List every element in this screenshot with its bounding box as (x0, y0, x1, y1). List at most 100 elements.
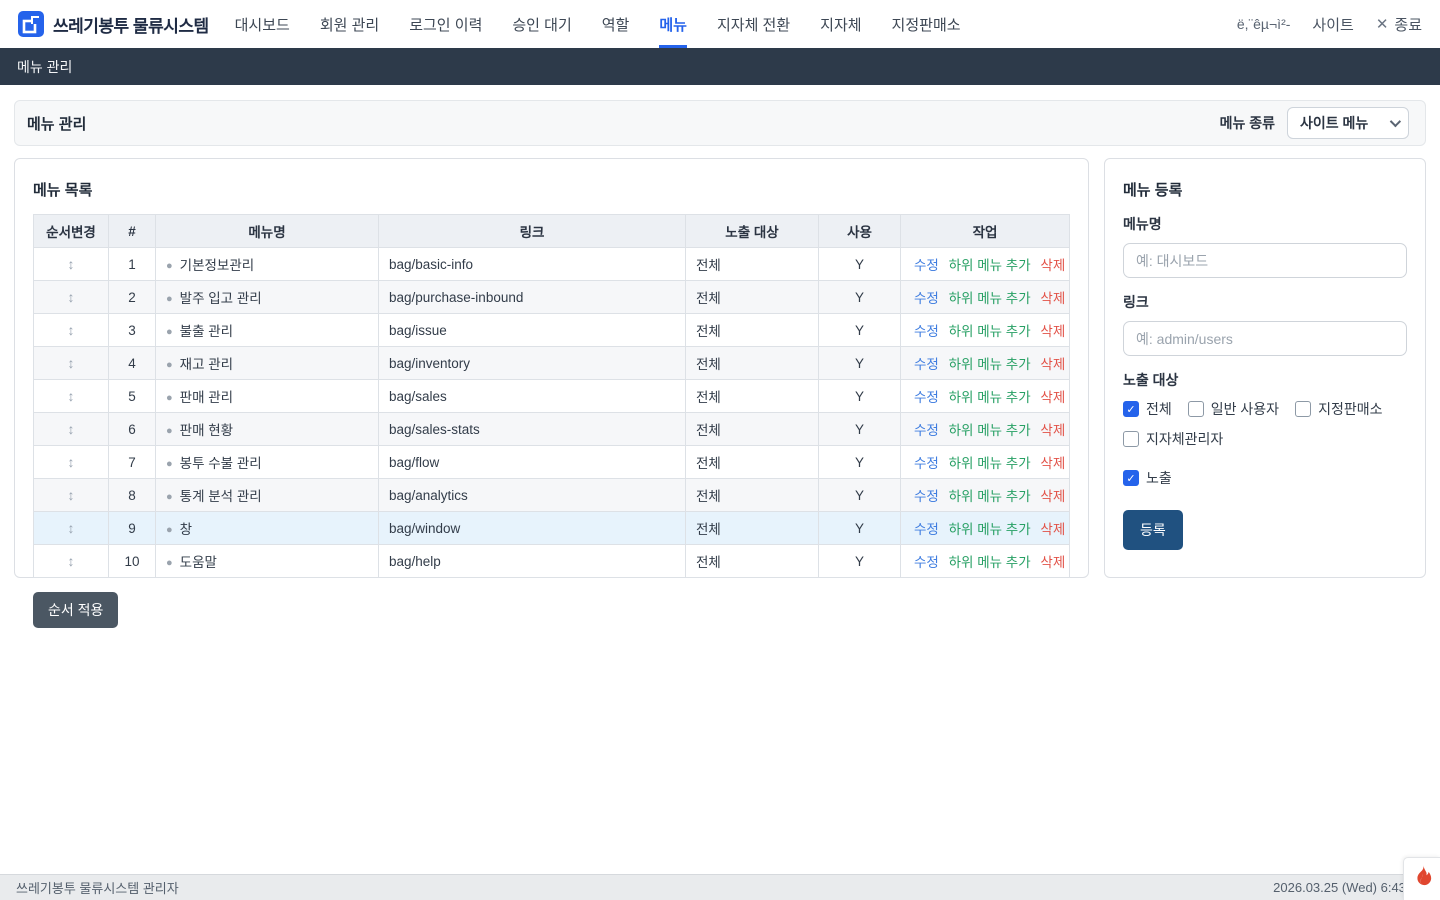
delete-link[interactable]: 삭제 (1040, 555, 1065, 570)
table-row: ↕ 10 ●도움말 bag/help 전체 Y 수정 하위 메뉴 추가 삭제 (34, 545, 1070, 578)
apply-order-button[interactable]: 순서 적용 (33, 592, 118, 628)
menu-use: Y (819, 413, 901, 446)
drag-handle-icon[interactable]: ↕ (68, 322, 75, 338)
edit-link[interactable]: 수정 (914, 258, 939, 273)
add-submenu-link[interactable]: 하위 메뉴 추가 (949, 390, 1031, 405)
table-row: ↕ 6 ●판매 현황 bag/sales-stats 전체 Y 수정 하위 메뉴… (34, 413, 1070, 446)
menu-name: 발주 입고 관리 (180, 291, 262, 306)
add-submenu-link[interactable]: 하위 메뉴 추가 (949, 423, 1031, 438)
debug-toolbar-toggle[interactable] (1403, 857, 1440, 900)
checkbox-icon (1123, 431, 1139, 447)
delete-link[interactable]: 삭제 (1040, 291, 1065, 306)
edit-link[interactable]: 수정 (914, 423, 939, 438)
target-checkbox[interactable]: 지정판매소 (1295, 399, 1382, 419)
delete-link[interactable]: 삭제 (1040, 324, 1065, 339)
site-link[interactable]: 사이트 (1312, 14, 1353, 35)
flame-icon (1411, 864, 1433, 890)
add-submenu-link[interactable]: 하위 메뉴 추가 (949, 324, 1031, 339)
menu-name: 창 (180, 522, 192, 537)
menu-name-cell: ●기본정보관리 (156, 248, 379, 281)
menu-name: 재고 관리 (180, 357, 233, 372)
drag-handle-icon[interactable]: ↕ (68, 487, 75, 503)
bullet-icon: ● (166, 458, 173, 470)
edit-link[interactable]: 수정 (914, 357, 939, 372)
row-actions: 수정 하위 메뉴 추가 삭제 (901, 281, 1070, 314)
delete-link[interactable]: 삭제 (1040, 423, 1065, 438)
menu-type-control: 메뉴 종류 사이트 메뉴 (1220, 107, 1409, 139)
delete-link[interactable]: 삭제 (1040, 522, 1065, 537)
chevron-down-icon (1390, 116, 1401, 127)
menu-link-label: 링크 (1123, 292, 1407, 312)
delete-link[interactable]: 삭제 (1040, 390, 1065, 405)
navbar-right: ë,¨êµ¬ì²- 사이트 ✕ 종료 (1237, 14, 1422, 35)
menu-name-input[interactable] (1123, 243, 1407, 278)
nav-item[interactable]: 메뉴 (659, 0, 687, 48)
table-row: ↕ 9 ●창 bag/window 전체 Y 수정 하위 메뉴 추가 삭제 (34, 512, 1070, 545)
bullet-icon: ● (166, 359, 173, 371)
nav-item[interactable]: 지정판매소 (892, 0, 961, 48)
nav-item[interactable]: 역할 (602, 0, 630, 48)
main-nav: 대시보드 회원 관리 로그인 이력 승인 대기 역할 메뉴 지자체 전환 지자체… (235, 0, 961, 48)
nav-item[interactable]: 대시보드 (235, 0, 290, 48)
row-number: 2 (109, 281, 156, 314)
nav-item[interactable]: 회원 관리 (320, 0, 379, 48)
logout-button[interactable]: ✕ 종료 (1376, 14, 1422, 35)
add-submenu-link[interactable]: 하위 메뉴 추가 (949, 522, 1031, 537)
add-submenu-link[interactable]: 하위 메뉴 추가 (949, 456, 1031, 471)
menu-link: bag/issue (379, 314, 686, 347)
bullet-icon: ● (166, 326, 173, 338)
target-checkbox[interactable]: 일반 사용자 (1188, 399, 1279, 419)
menu-use: Y (819, 347, 901, 380)
register-button[interactable]: 등록 (1123, 510, 1183, 550)
add-submenu-link[interactable]: 하위 메뉴 추가 (949, 555, 1031, 570)
menu-name: 판매 현황 (180, 423, 233, 438)
delete-link[interactable]: 삭제 (1040, 456, 1065, 471)
drag-handle-icon[interactable]: ↕ (68, 520, 75, 536)
menu-link-input[interactable] (1123, 321, 1407, 356)
row-actions: 수정 하위 메뉴 추가 삭제 (901, 248, 1070, 281)
row-actions: 수정 하위 메뉴 추가 삭제 (901, 512, 1070, 545)
target-checkbox[interactable]: 지자체관리자 (1123, 429, 1223, 449)
delete-link[interactable]: 삭제 (1040, 258, 1065, 273)
menu-list-card: 메뉴 목록 순서변경 # 메뉴명 링크 노출 대상 사용 작업 (14, 158, 1089, 578)
delete-link[interactable]: 삭제 (1040, 357, 1065, 372)
page-title: 메뉴 관리 (27, 113, 86, 134)
drag-handle-icon[interactable]: ↕ (68, 388, 75, 404)
menu-type-select[interactable]: 사이트 메뉴 (1287, 107, 1409, 139)
target-checkbox[interactable]: ✓ 전체 (1123, 399, 1172, 419)
add-submenu-link[interactable]: 하위 메뉴 추가 (949, 357, 1031, 372)
edit-link[interactable]: 수정 (914, 390, 939, 405)
nav-item[interactable]: 지자체 (820, 0, 861, 48)
nav-item[interactable]: 승인 대기 (512, 0, 571, 48)
add-submenu-link[interactable]: 하위 메뉴 추가 (949, 258, 1031, 273)
target-checkboxes: ✓ 전체 일반 사용자 지정판매소 지자 (1123, 399, 1407, 449)
menu-link: bag/analytics (379, 479, 686, 512)
visible-checkbox[interactable]: ✓ 노출 (1123, 468, 1407, 488)
drag-handle-icon[interactable]: ↕ (68, 421, 75, 437)
drag-handle-icon[interactable]: ↕ (68, 256, 75, 272)
edit-link[interactable]: 수정 (914, 489, 939, 504)
table-row: ↕ 7 ●봉투 수불 관리 bag/flow 전체 Y 수정 하위 메뉴 추가 … (34, 446, 1070, 479)
row-actions: 수정 하위 메뉴 추가 삭제 (901, 314, 1070, 347)
edit-link[interactable]: 수정 (914, 522, 939, 537)
edit-link[interactable]: 수정 (914, 555, 939, 570)
row-actions: 수정 하위 메뉴 추가 삭제 (901, 479, 1070, 512)
add-submenu-link[interactable]: 하위 메뉴 추가 (949, 291, 1031, 306)
edit-link[interactable]: 수정 (914, 291, 939, 306)
brand[interactable]: 쓰레기봉투 물류시스템 (18, 11, 209, 37)
drag-handle-icon[interactable]: ↕ (68, 355, 75, 371)
breadcrumb-title: 메뉴 관리 (17, 57, 72, 77)
menu-name-cell: ●발주 입고 관리 (156, 281, 379, 314)
drag-handle-icon[interactable]: ↕ (68, 553, 75, 569)
nav-item[interactable]: 지자체 전환 (717, 0, 790, 48)
drag-handle-icon[interactable]: ↕ (68, 454, 75, 470)
delete-link[interactable]: 삭제 (1040, 489, 1065, 504)
col-target: 노출 대상 (686, 215, 819, 248)
drag-handle-icon[interactable]: ↕ (68, 289, 75, 305)
edit-link[interactable]: 수정 (914, 324, 939, 339)
nav-item[interactable]: 로그인 이력 (409, 0, 482, 48)
edit-link[interactable]: 수정 (914, 456, 939, 471)
add-submenu-link[interactable]: 하위 메뉴 추가 (949, 489, 1031, 504)
menu-link: bag/purchase-inbound (379, 281, 686, 314)
table-row: ↕ 1 ●기본정보관리 bag/basic-info 전체 Y 수정 하위 메뉴… (34, 248, 1070, 281)
